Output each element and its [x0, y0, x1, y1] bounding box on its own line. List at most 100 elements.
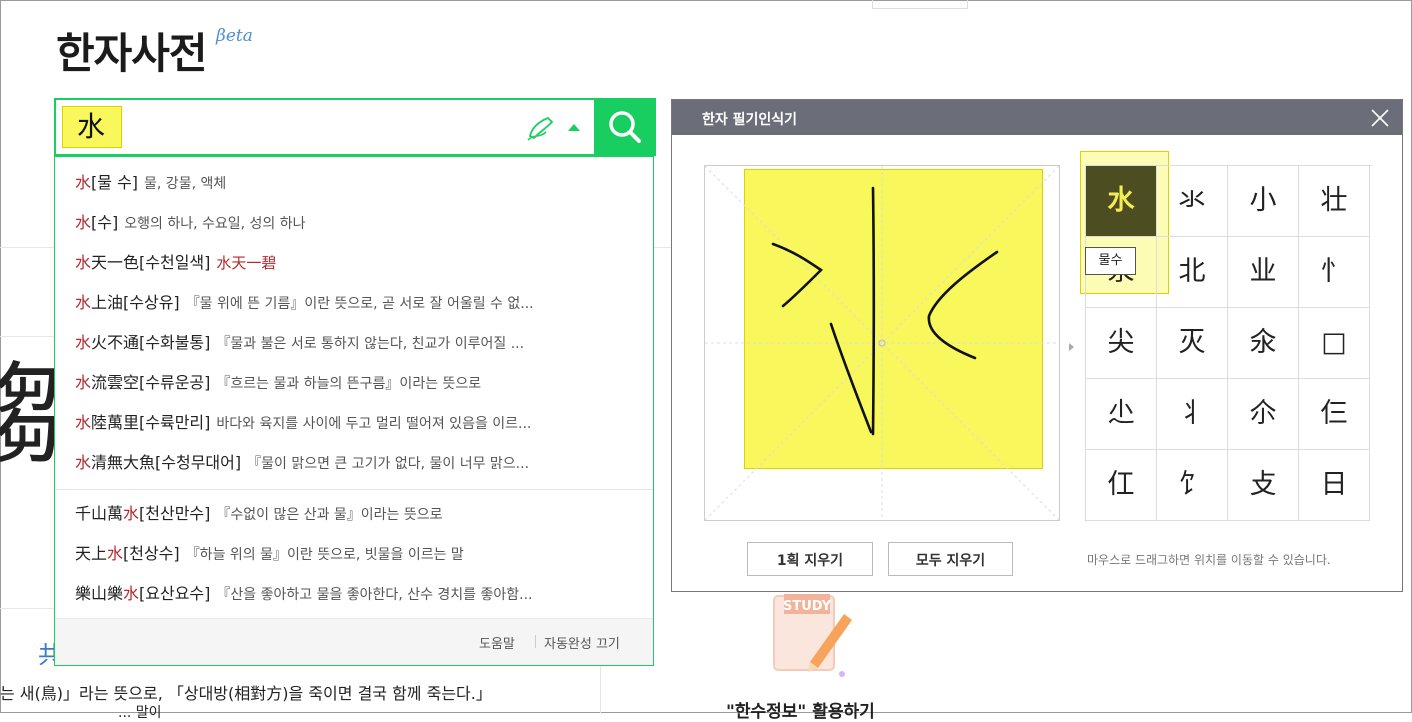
candidate-cell[interactable]: 氺 [1157, 166, 1228, 237]
meaning-text: 바다와 육지를 사이에 두고 멀리 떨어져 있음을 이르... [216, 416, 532, 432]
candidate-cell[interactable]: 饣 [1157, 450, 1228, 521]
hangul-reading: [요산요수] [139, 584, 211, 603]
handwriting-pen-icon[interactable] [526, 114, 556, 142]
hanja-word: 水上油 [75, 293, 123, 312]
bg-divider [654, 247, 671, 248]
hanja-post: 上油 [91, 293, 124, 312]
hanja-post: 天一色 [91, 253, 140, 272]
candidate-cell[interactable]: 尐 [1086, 379, 1157, 450]
candidate-cell[interactable]: 氽 [1228, 308, 1299, 379]
hangul-reading: [천산만수] [139, 504, 211, 523]
hanja-word: 水 [75, 173, 91, 192]
hangul-reading: [수화불통] [139, 333, 211, 352]
autocomplete-item[interactable]: 千山萬水[천산만수] 『수없이 많은 산과 물』이라는 뜻으로 [75, 499, 635, 529]
candidate-grid: 水氺小壮汖北业忄尖灭氽□尐丬尒仨仜饣攴日 [1085, 165, 1372, 522]
search-box [54, 98, 656, 156]
collapse-arrow-icon[interactable] [568, 124, 580, 131]
candidate-cell[interactable]: 忄 [1299, 237, 1370, 308]
bg-description: 는 새(鳥)」라는 뜻으로, 「상대방(相對方)을 죽이면 결국 함께 죽는다.… [0, 684, 492, 703]
hanja-match: 水 [75, 253, 92, 272]
candidate-cell[interactable]: 壮 [1299, 166, 1370, 237]
handwriting-header[interactable]: 한자 필기인식기 [672, 100, 1402, 135]
hanja-post: 陸萬里 [91, 413, 140, 432]
candidate-cell[interactable]: 丬 [1157, 379, 1228, 450]
candidate-cell[interactable]: 小 [1228, 166, 1299, 237]
bg-description-cont: ... 말이 [118, 705, 162, 721]
autocomplete-item[interactable]: 水[물 수] 물, 강물, 액체 [75, 168, 635, 198]
search-icon [609, 111, 641, 143]
autocomplete-item[interactable]: 水天一色[수천일색] 水天一碧 [75, 248, 635, 278]
hanja-word: 天上水 [75, 544, 123, 563]
hanja-match: 水 [75, 213, 92, 232]
candidate-cell[interactable]: 业 [1228, 237, 1299, 308]
candidate-cell[interactable]: □ [1299, 308, 1370, 379]
hanja-match: 水 [75, 373, 92, 392]
candidate-cell[interactable]: 水 [1086, 166, 1157, 237]
hangul-reading: [물 수] [91, 173, 139, 192]
bg-divider [0, 336, 54, 337]
study-label: STUDY [783, 599, 832, 614]
autocomplete-item[interactable]: 水上油[수상유] 『물 위에 뜬 기름』이란 뜻으로, 곧 서로 잘 어울릴 수 … [75, 288, 635, 318]
clear-all-button[interactable]: 모두 지우기 [888, 542, 1013, 576]
arrow-right-icon [1069, 343, 1074, 351]
help-link[interactable]: 도움말 [479, 633, 515, 652]
hangul-reading: [수] [91, 213, 119, 232]
hanja-word: 水流雲空 [75, 373, 139, 392]
candidate-cell[interactable]: 仨 [1299, 379, 1370, 450]
search-input[interactable] [62, 106, 122, 148]
meaning-text: 『흐르는 물과 하늘의 뜬구름』이라는 뜻으로 [216, 376, 482, 392]
bg-divider [0, 247, 54, 248]
candidate-cell[interactable]: 仜 [1086, 450, 1157, 521]
hangul-reading: [수청무대어] [155, 453, 242, 472]
hanja-word: 水火不通 [75, 333, 139, 352]
hanja-pre: 樂山樂 [75, 584, 124, 603]
hangul-reading: [천상수] [123, 544, 180, 563]
candidate-tooltip: 물수 [1085, 247, 1136, 275]
drawing-canvas[interactable] [704, 165, 1060, 521]
hanja-post: 火不通 [91, 333, 140, 352]
stroke-drawing [705, 166, 1059, 520]
hanja-match: 水 [107, 544, 124, 563]
meaning-text: 『물이 맑으면 큰 고기가 없다, 물이 너무 맑으... [247, 456, 530, 472]
meaning-text: 『물 위에 뜬 기름』이란 뜻으로, 곧 서로 잘 어울릴 수 없... [185, 296, 534, 312]
hangul-reading: [수륙만리] [139, 413, 211, 432]
autocomplete-item[interactable]: 天上水[천상수] 『하늘 위의 물』이란 뜻으로, 빗물을 이르는 말 [75, 539, 635, 569]
autocomplete-item[interactable]: 水陸萬里[수륙만리] 바다와 육지를 사이에 두고 멀리 떨어져 있음을 이르..… [75, 408, 635, 438]
autocomplete-item[interactable]: 水清無大魚[수청무대어] 『물이 맑으면 큰 고기가 없다, 물이 너무 맑으..… [75, 448, 635, 478]
study-caption[interactable]: "한수정보" 활용하기 [726, 697, 875, 722]
hanja-match: 水 [123, 584, 140, 603]
candidate-cell[interactable]: 北 [1157, 237, 1228, 308]
meaning-text: 『하늘 위의 물』이란 뜻으로, 빗물을 이르는 말 [185, 547, 464, 563]
candidate-cell[interactable]: 尒 [1228, 379, 1299, 450]
autocomplete-item[interactable]: 水流雲空[수류운공] 『흐르는 물과 하늘의 뜬구름』이라는 뜻으로 [75, 368, 635, 398]
candidate-cell[interactable]: 攴 [1228, 450, 1299, 521]
hanja-post: 流雲空 [91, 373, 140, 392]
autocomplete-item[interactable]: 水[수] 오행의 하나, 수요일, 성의 하나 [75, 208, 635, 238]
hanja-match: 水 [123, 504, 140, 523]
candidate-cell[interactable]: 灭 [1157, 308, 1228, 379]
hanja-pre: 天上 [75, 544, 108, 563]
bg-divider [600, 666, 601, 713]
hanja-word: 水清無大魚 [75, 453, 155, 472]
autocomplete-footer: 도움말 자동완성 끄기 [55, 618, 653, 665]
autocomplete-item[interactable]: 水火不通[수화불통] 『물과 불은 서로 통하지 않는다, 친교가 이루어질 ..… [75, 328, 635, 358]
candidate-cell[interactable]: 日 [1299, 450, 1370, 521]
hanja-match: 水 [75, 293, 92, 312]
hanja-word: 水陸萬里 [75, 413, 139, 432]
meaning-text: 물, 강물, 액체 [144, 176, 227, 192]
autocomplete-separator [55, 489, 653, 490]
search-button[interactable] [594, 98, 656, 156]
close-icon[interactable] [1370, 108, 1390, 128]
site-title[interactable]: 한자사전 [56, 20, 208, 81]
hanja-word: 樂山樂水 [75, 584, 139, 603]
clear-one-stroke-button[interactable]: 1획 지우기 [747, 542, 873, 576]
hanja-word: 水 [75, 213, 91, 232]
meaning-text: 『수없이 많은 산과 물』이라는 뜻으로 [216, 507, 443, 523]
bg-divider [0, 608, 54, 609]
study-icon[interactable]: STUDY [770, 590, 852, 678]
hanja-match: 水 [75, 413, 92, 432]
autocomplete-off-link[interactable]: 자동완성 끄기 [544, 633, 620, 652]
hanja-match: 水 [75, 333, 92, 352]
autocomplete-item[interactable]: 樂山樂水[요산요수] 『산을 좋아하고 물을 좋아한다, 산수 경치를 좋아함..… [75, 579, 635, 609]
candidate-cell[interactable]: 尖 [1086, 308, 1157, 379]
